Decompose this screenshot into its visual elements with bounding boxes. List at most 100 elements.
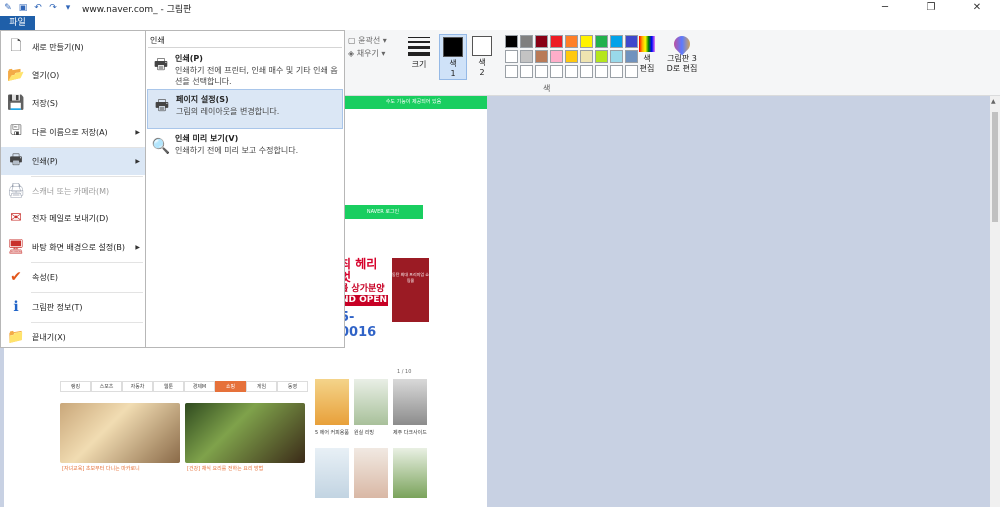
printer-icon: 🖶 [9,152,23,168]
canvas-tab: 스포츠 [91,381,122,392]
canvas-tab: 동영 [277,381,308,392]
canvas-thumb [393,379,427,425]
outline-dropdown[interactable]: ▢ 윤곽선 ▾ [348,34,387,47]
scrollbar-thumb[interactable] [992,112,998,222]
submenu-item-description: 그림의 레이아웃을 변경합니다. [176,107,280,116]
menu-separator [31,147,143,148]
palette-swatch[interactable] [595,35,608,48]
palette-swatch[interactable] [505,50,518,63]
palette-swatch[interactable] [535,50,548,63]
vertical-scrollbar[interactable]: ▲ [990,96,1000,507]
canvas-tab: 자동차 [122,381,153,392]
palette-swatch[interactable] [580,35,593,48]
menu-item-desktop-bg[interactable]: 🖥 바탕 화면 배경으로 설정(B) ▶ [1,233,146,261]
canvas-page-indicator: 1 / 10 [397,369,412,375]
palette-swatch[interactable] [535,65,548,78]
color2-button[interactable]: 색 2 [468,34,496,80]
submenu-print[interactable]: 🖶 인쇄(P) 인쇄하기 전에 프린터, 인쇄 매수 및 기타 인쇄 옵션을 선택합… [147,49,343,89]
palette-swatch[interactable] [565,65,578,78]
canvas-tab: 쇼핑 [215,381,246,392]
menu-item-about[interactable]: ℹ 그림판 정보(T) [1,293,146,321]
desktop-background-icon: 🖥 [7,239,25,255]
tab-file[interactable]: 파일 [0,16,35,30]
scanner-icon: 🖨 [7,183,25,199]
canvas-thumb [315,448,349,498]
line-size-icon [404,37,434,56]
undo-icon[interactable]: ↶ [32,2,44,14]
menu-item-label: 열기(O) [32,70,60,80]
canvas-photo-pasta [60,403,180,463]
paint3d-icon [670,32,694,56]
menu-item-open[interactable]: 📂 열기(O) [1,61,146,89]
palette-swatch[interactable] [580,50,593,63]
menu-item-email[interactable]: ✉ 전자 메일로 보내기(D) [1,204,146,232]
palette-swatch[interactable] [595,50,608,63]
menu-item-label: 저장(S) [32,98,59,108]
canvas-photo2-caption: [건강] 채식 요리를 전하는 요리 방법 [187,466,264,472]
canvas-ad: 최 헤리엇 롤 상가분양 ND OPEN 5-0016 [340,257,388,340]
color1-swatch [443,37,463,57]
color2-swatch [472,36,492,56]
palette-swatch[interactable] [550,35,563,48]
palette-swatch[interactable] [610,65,623,78]
palette-swatch[interactable] [550,65,563,78]
checkmark-icon: ✔ [10,269,22,285]
palette-swatch[interactable] [520,65,533,78]
submenu-divider [148,47,342,48]
submenu-item-title: 인쇄 미리 보기(V) [175,134,239,143]
color1-button[interactable]: 색 1 [439,34,467,80]
menu-item-label: 그림판 정보(T) [32,302,83,312]
palette-swatch[interactable] [580,65,593,78]
menu-item-label: 끝내기(X) [32,332,66,342]
palette-swatch[interactable] [550,50,563,63]
redo-icon[interactable]: ↷ [47,2,59,14]
palette-swatch[interactable] [505,35,518,48]
canvas-banner: 수도 기능이 제공되어 있음 [340,96,487,109]
size-button[interactable]: 크기 [404,34,434,70]
close-icon[interactable]: ✕ [954,0,1000,16]
palette-swatch[interactable] [520,50,533,63]
palette-swatch[interactable] [565,35,578,48]
menu-item-label: 전자 메일로 보내기(D) [32,213,109,223]
fill-dropdown[interactable]: ◈ 채우기 ▾ [348,47,387,60]
canvas-tab: 경제M [184,381,215,392]
palette-swatch[interactable] [505,65,518,78]
palette-swatch[interactable] [535,35,548,48]
menu-item-exit[interactable]: 📁 끝내기(X) [1,323,146,351]
submenu-item-description: 인쇄하기 전에 미리 보고 수정합니다. [175,146,299,155]
menu-separator [31,176,143,177]
chevron-right-icon: ▶ [135,128,140,136]
palette-swatch[interactable] [595,65,608,78]
menu-item-save[interactable]: 💾 저장(S) [1,89,146,117]
restore-icon[interactable]: ❐ [908,0,954,16]
submenu-item-description: 인쇄하기 전에 프린터, 인쇄 매수 및 기타 인쇄 옵션을 선택합니다. [175,66,338,86]
canvas-thumb [393,448,427,498]
canvas-login-button: NAVER 로그인 [343,205,423,219]
menu-item-properties[interactable]: ✔ 속성(E) [1,263,146,291]
canvas-side-ad: 동탄 최대 프리미엄 쇼핑몰 [392,258,429,322]
color-palette [505,35,638,78]
submenu-header: 인쇄 [150,36,165,45]
submenu-print-preview[interactable]: 🔍 인쇄 미리 보기(V) 인쇄하기 전에 미리 보고 수정합니다. [147,129,343,169]
edit-colors-button[interactable]: 색 편집 [636,34,658,74]
minimize-icon[interactable]: ─ [862,0,908,16]
customize-icon[interactable]: ▾ [62,2,74,14]
palette-swatch[interactable] [610,35,623,48]
palette-swatch[interactable] [520,35,533,48]
paint3d-button[interactable]: 그림판 3 D로 편집 [665,32,699,74]
scroll-up-icon[interactable]: ▲ [991,98,996,105]
exit-icon: 📁 [7,329,25,345]
canvas-thumb-caption: 제주 다크사이드 [393,430,427,436]
menu-item-print[interactable]: 🖶 인쇄(P) ▶ [1,147,146,175]
submenu-item-title: 페이지 설정(S) [176,95,229,104]
menu-item-new[interactable]: 🗋 새로 만들기(N) [1,33,146,61]
palette-swatch[interactable] [565,50,578,63]
canvas-tab: 웹툰 [153,381,184,392]
canvas-thumb [354,379,388,425]
canvas-tab: 랭킹 [60,381,91,392]
menu-item-save-as[interactable]: 🖫 다른 이름으로 저장(A) ▶ [1,118,146,146]
palette-swatch[interactable] [610,50,623,63]
save-icon[interactable]: ▣ [17,2,29,14]
save-as-icon: 🖫 [10,123,22,139]
submenu-page-setup[interactable]: 🖶 페이지 설정(S) 그림의 레이아웃을 변경합니다. [147,89,343,129]
